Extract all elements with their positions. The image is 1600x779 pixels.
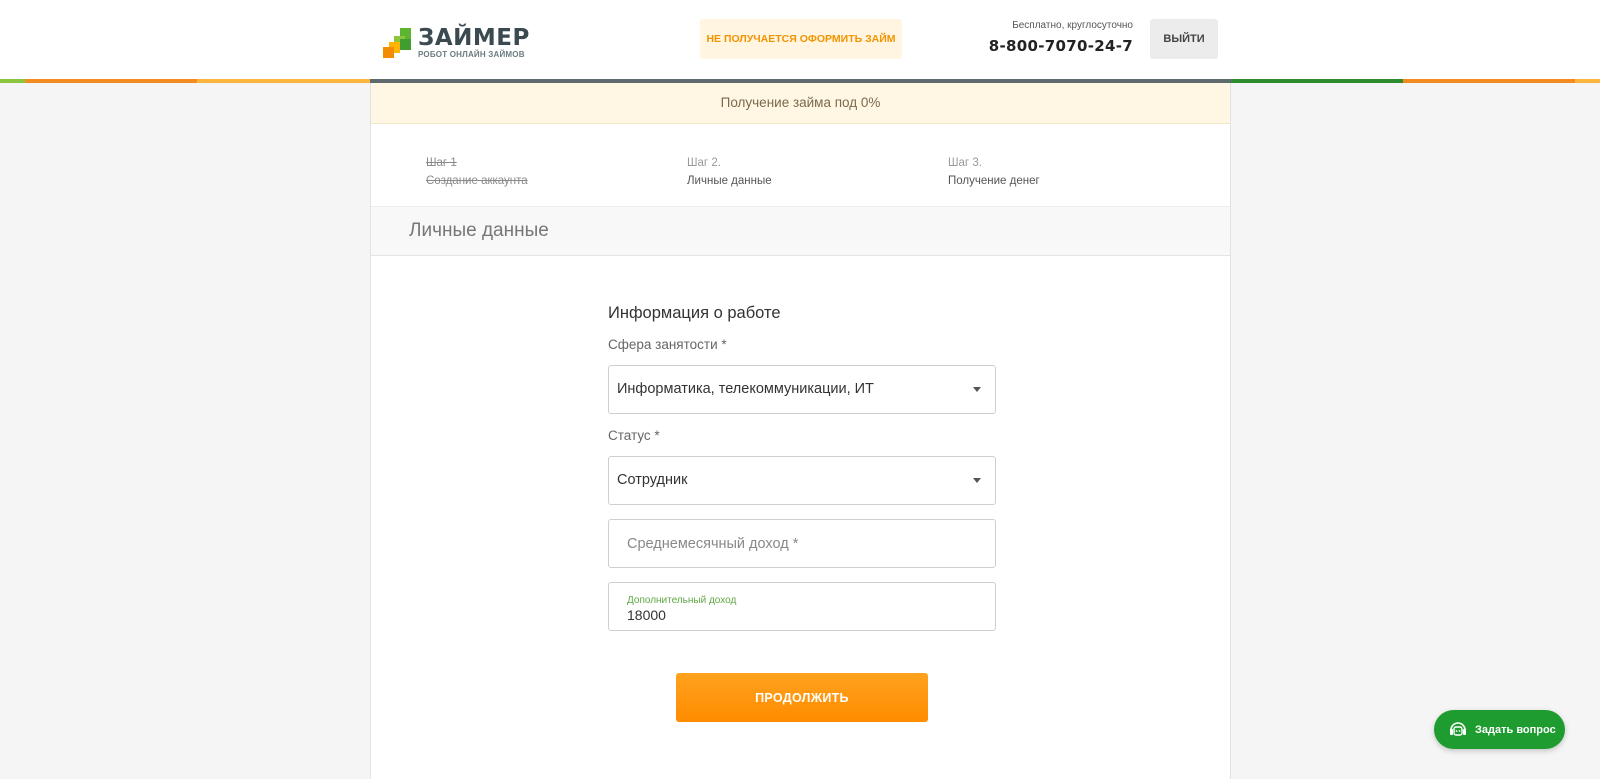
help-button[interactable]: НЕ ПОЛУЧАЕТСЯ ОФОРМИТЬ ЗАЙМ (700, 19, 902, 59)
logo[interactable]: ЗАЙМЕР РОБОТ ОНЛАЙН ЗАЙМОВ (383, 25, 533, 62)
income-field (608, 519, 996, 568)
income-input[interactable] (627, 520, 987, 567)
support-info: Бесплатно, круглосуточно 8-800-7070-24-7 (985, 20, 1133, 55)
step-title: Создание аккаунта (426, 175, 528, 187)
status-select[interactable]: Сотрудник (608, 456, 996, 505)
support-label: Бесплатно, круглосуточно (1012, 20, 1133, 31)
support-phone[interactable]: 8-800-7070-24-7 (985, 37, 1133, 55)
step-number: Шаг 1 (426, 157, 457, 169)
chevron-down-icon (973, 478, 981, 483)
employment-value: Информатика, телекоммуникации, ИТ (617, 381, 874, 397)
continue-button[interactable]: ПРОДОЛЖИТЬ (676, 673, 928, 722)
ask-question-button[interactable]: Задать вопрос (1434, 710, 1565, 749)
logo-subtitle: РОБОТ ОНЛАЙН ЗАЙМОВ (418, 50, 525, 59)
status-value: Сотрудник (617, 472, 688, 488)
step-3: Шаг 3. Получение денег (948, 154, 1040, 190)
logout-button[interactable]: ВЫЙТИ (1150, 19, 1218, 59)
step-number: Шаг 3. (948, 157, 982, 169)
support-headset-icon (1450, 721, 1466, 736)
extra-income-input[interactable] (627, 603, 987, 627)
main-panel: Получение займа под 0% Шаг 1 Создание ак… (370, 83, 1231, 779)
promo-banner: Получение займа под 0% (371, 83, 1230, 124)
employment-select[interactable]: Информатика, телекоммуникации, ИТ (608, 365, 996, 414)
section-title: Личные данные (371, 207, 1230, 256)
status-label: Статус * (608, 428, 660, 443)
work-info-form: Информация о работе Сфера занятости * Ин… (608, 304, 996, 631)
step-number: Шаг 2. (687, 157, 721, 169)
ask-question-label: Задать вопрос (1475, 723, 1556, 736)
step-2: Шаг 2. Личные данные (687, 154, 772, 190)
step-1: Шаг 1 Создание аккаунта (426, 154, 528, 190)
chevron-down-icon (973, 387, 981, 392)
form-title: Информация о работе (608, 304, 781, 322)
steps-progress: Шаг 1 Создание аккаунта Шаг 2. Личные да… (371, 124, 1230, 207)
step-title: Получение денег (948, 175, 1040, 187)
extra-income-field: Дополнительный доход (608, 582, 996, 631)
employment-label: Сфера занятости * (608, 337, 727, 352)
step-title: Личные данные (687, 175, 772, 187)
logo-title: ЗАЙМЕР (418, 25, 530, 51)
header: ЗАЙМЕР РОБОТ ОНЛАЙН ЗАЙМОВ НЕ ПОЛУЧАЕТСЯ… (0, 0, 1600, 80)
logo-mark-icon (383, 28, 412, 58)
